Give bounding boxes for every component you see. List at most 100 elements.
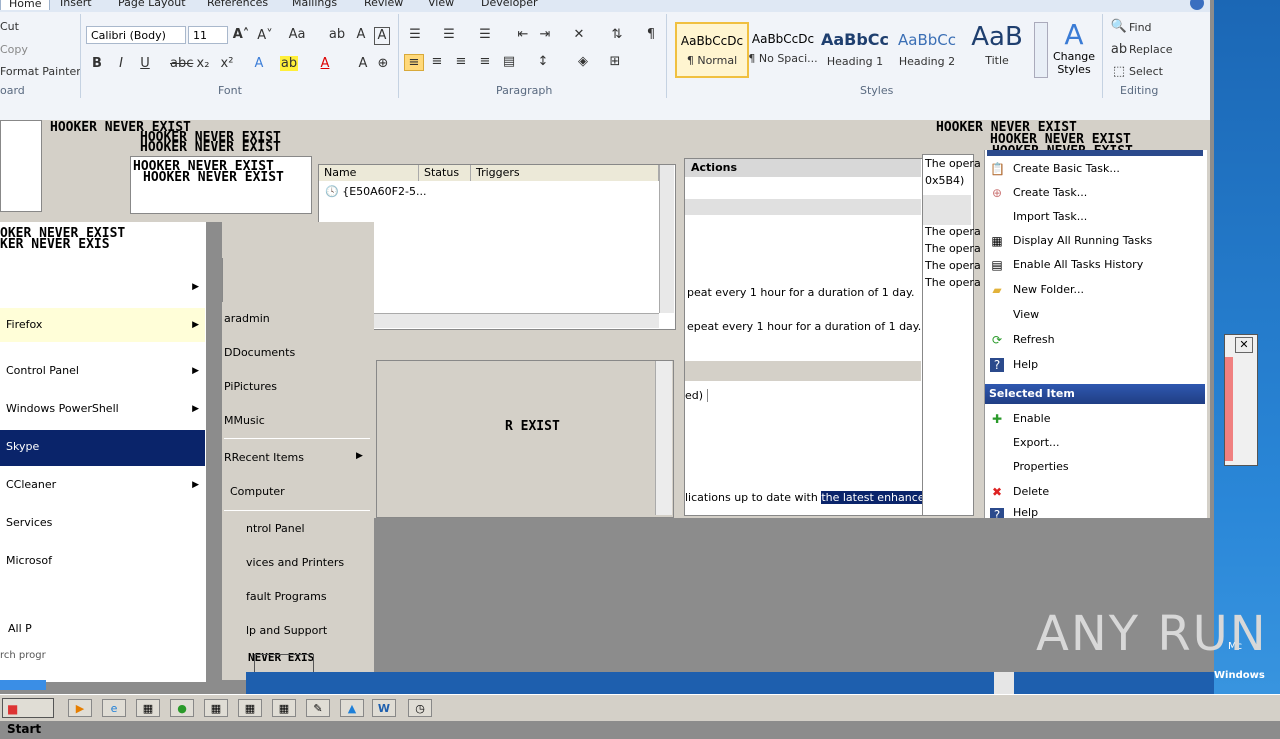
format-painter-button[interactable]: Format Painter — [0, 65, 81, 78]
find-button[interactable]: Find — [1129, 21, 1152, 34]
distributed-icon[interactable]: ▤ — [500, 54, 518, 69]
internet-explorer-icon[interactable]: e — [102, 699, 126, 717]
column-triggers[interactable]: Triggers — [471, 165, 659, 181]
tab-page-layout[interactable]: Page Layout — [118, 0, 186, 9]
select-icon[interactable]: ⬚ — [1110, 64, 1128, 79]
task-scheduler-taskbar-icon[interactable]: ◷ — [408, 699, 432, 717]
window-taskbar-icon[interactable]: ▦ — [272, 699, 296, 717]
place-control-panel[interactable]: ntrol Panel — [246, 522, 305, 535]
multilevel-list-icon[interactable]: ☰ — [476, 27, 494, 42]
increase-indent-icon[interactable]: ⇥ — [536, 27, 554, 42]
borders-icon[interactable]: ⊞ — [606, 54, 624, 69]
align-left-icon[interactable]: ≡ — [404, 54, 424, 71]
sort-icon[interactable]: ⇅ — [608, 27, 626, 42]
align-right-icon[interactable]: ≡ — [452, 54, 470, 69]
word-taskbar-icon[interactable]: W — [372, 699, 396, 717]
justify-icon[interactable]: ≡ — [476, 54, 494, 69]
place-pictures[interactable]: PiPictures — [224, 380, 277, 393]
show-formatting-icon[interactable]: ¶ — [642, 27, 660, 42]
place-recent-items[interactable]: RRecent Items — [224, 451, 304, 464]
enclose-characters-icon[interactable]: ⊕ — [374, 56, 392, 71]
edit-taskbar-icon[interactable]: ✎ — [306, 699, 330, 717]
start-item-control-panel[interactable]: Control Panel ▶ — [0, 354, 205, 388]
underline-icon[interactable]: U — [136, 56, 154, 71]
action-view[interactable]: View — [1013, 304, 1039, 326]
place-music[interactable]: MMusic — [224, 414, 265, 427]
replace-icon[interactable]: ab — [1110, 42, 1128, 57]
action-refresh[interactable]: Refresh — [1013, 329, 1055, 351]
chrome-icon[interactable]: ● — [170, 699, 194, 717]
italic-icon[interactable]: I — [112, 56, 130, 71]
start-item-ccleaner[interactable]: CCleaner ▶ — [0, 468, 205, 502]
strikethrough-icon[interactable]: abc — [170, 56, 193, 71]
grow-font-icon[interactable]: A˄ — [232, 27, 250, 42]
place-user[interactable]: aradmin — [224, 312, 270, 325]
place-documents[interactable]: DDocuments — [224, 346, 295, 359]
tab-home[interactable]: Home — [0, 0, 51, 10]
action-enable[interactable]: Enable — [1013, 408, 1050, 430]
bullets-icon[interactable]: ☰ — [406, 27, 424, 42]
copy-button[interactable]: Copy — [0, 43, 28, 56]
place-devices-printers[interactable]: vices and Printers — [246, 556, 344, 569]
phonetic-guide-icon[interactable]: A — [352, 27, 370, 42]
line-spacing-icon[interactable]: ↕ — [534, 54, 552, 69]
all-programs-button[interactable]: All P — [8, 622, 32, 635]
tab-insert[interactable]: Insert — [60, 0, 92, 9]
styles-gallery-scroll[interactable] — [1034, 22, 1048, 78]
character-shading-icon[interactable]: A — [354, 56, 372, 71]
action-help[interactable]: Help — [1013, 354, 1038, 376]
numbering-icon[interactable]: ☰ — [440, 27, 458, 42]
start-item-blank[interactable]: ▶ — [0, 270, 205, 304]
window-taskbar-icon[interactable]: ▦ — [204, 699, 228, 717]
find-icon[interactable]: 🔍 — [1110, 19, 1128, 34]
action-create-basic-task[interactable]: Create Basic Task... — [1013, 158, 1120, 180]
superscript-icon[interactable]: x² — [218, 56, 236, 71]
image-taskbar-icon[interactable]: ▲ — [340, 699, 364, 717]
window-taskbar-icon[interactable]: ▦ — [136, 699, 160, 717]
action-properties[interactable]: Properties — [1013, 456, 1069, 478]
start-button[interactable]: ■ Start — [2, 698, 54, 736]
help-item-clipped[interactable]: ? Help — [984, 506, 1206, 518]
start-item-skype[interactable]: Skype — [0, 430, 205, 466]
action-create-task[interactable]: Create Task... — [1013, 182, 1087, 204]
font-name-combo[interactable]: Calibri (Body) — [86, 26, 186, 44]
column-status[interactable]: Status — [419, 165, 471, 181]
bold-icon[interactable]: B — [88, 56, 106, 71]
replace-button[interactable]: Replace — [1129, 43, 1173, 56]
action-help-selected[interactable]: Help — [1013, 506, 1038, 518]
shading-icon[interactable]: ◈ — [574, 54, 592, 69]
place-computer[interactable]: Computer — [230, 485, 285, 498]
text-effects-icon[interactable]: A — [250, 56, 268, 71]
start-item-firefox[interactable]: Firefox ▶ — [0, 308, 205, 342]
shrink-font-icon[interactable]: A˅ — [256, 28, 274, 43]
action-import-task[interactable]: Import Task... — [1013, 206, 1087, 228]
tab-review[interactable]: Review — [364, 0, 403, 9]
start-item-microsoft[interactable]: Microsof — [0, 544, 205, 578]
tab-mailings[interactable]: Mailings — [292, 0, 337, 9]
style-normal[interactable]: AaBbCcDc ¶ Normal — [675, 22, 749, 78]
place-help-support[interactable]: lp and Support — [246, 624, 327, 637]
media-player-icon[interactable]: ▶ — [68, 699, 92, 717]
subscript-icon[interactable]: x₂ — [194, 56, 212, 71]
tab-references[interactable]: References — [207, 0, 268, 9]
shutdown-button[interactable] — [254, 654, 314, 674]
task-row[interactable]: 🕓 {E50A60F2-5... — [325, 185, 426, 198]
close-icon[interactable]: ✕ — [1235, 337, 1253, 353]
action-enable-history[interactable]: Enable All Tasks History — [1013, 254, 1143, 276]
start-item-services[interactable]: Services — [0, 506, 205, 540]
style-heading-1[interactable]: AaBbCc Heading 1 — [820, 22, 890, 74]
character-border-icon[interactable]: A — [374, 27, 390, 45]
action-display-running[interactable]: Display All Running Tasks — [1013, 230, 1152, 252]
action-new-folder[interactable]: New Folder... — [1013, 279, 1084, 301]
tab-developer[interactable]: Developer — [481, 0, 538, 9]
change-styles-button[interactable]: A Change Styles — [1052, 20, 1096, 82]
chinese-layout-icon[interactable]: ✕ — [570, 27, 588, 42]
cut-button[interactable]: Cut — [0, 20, 19, 33]
vertical-scrollbar[interactable] — [659, 165, 674, 313]
vertical-scrollbar[interactable] — [655, 361, 672, 515]
tab-view[interactable]: View — [428, 0, 454, 9]
align-center-icon[interactable]: ≡ — [428, 54, 446, 69]
change-case-icon[interactable]: Aa — [288, 27, 306, 42]
select-button[interactable]: Select — [1129, 65, 1163, 78]
window-taskbar-icon[interactable]: ▦ — [238, 699, 262, 717]
